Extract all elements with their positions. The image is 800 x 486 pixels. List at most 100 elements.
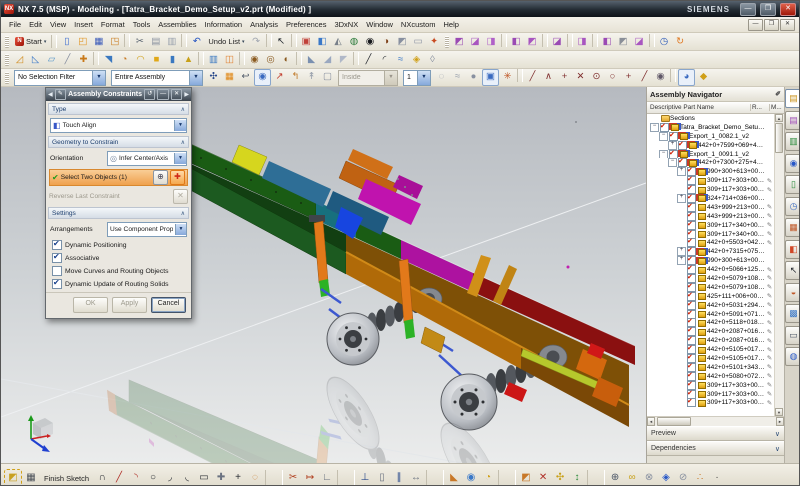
combo-arrow-icon[interactable]: ▼ bbox=[174, 120, 186, 131]
menu-item[interactable]: Insert bbox=[70, 20, 97, 29]
new-component-icon[interactable]: ◪ bbox=[468, 34, 483, 49]
orientation-combo[interactable]: ◎ Infer Center/Axis ▼ bbox=[107, 151, 187, 166]
tree-checkbox[interactable] bbox=[687, 185, 696, 195]
tree-checkbox[interactable] bbox=[687, 202, 696, 212]
depth-combo[interactable]: 1 ▼ bbox=[403, 69, 431, 86]
internet-explorer-tab[interactable]: ◉ bbox=[785, 153, 799, 173]
orient-sketch-icon[interactable]: ◣ bbox=[446, 470, 462, 485]
cancel-button[interactable]: Cancel bbox=[151, 297, 186, 313]
column-readonly[interactable]: R... bbox=[750, 104, 769, 111]
combo-arrow-icon[interactable]: ▼ bbox=[189, 70, 202, 85]
tree-expander-icon[interactable]: + bbox=[677, 256, 686, 266]
tree-row[interactable]: Sections bbox=[647, 114, 774, 123]
view-checkbox-icon[interactable]: ▣ bbox=[299, 34, 314, 49]
ok-button[interactable]: OK bbox=[73, 297, 108, 313]
sketch-in-task-icon[interactable]: ◺ bbox=[28, 52, 43, 67]
scrollbar-thumb[interactable] bbox=[775, 123, 783, 153]
scroll-down-icon[interactable]: ▼ bbox=[775, 408, 783, 416]
move-component-bottom-icon[interactable]: ◩ bbox=[518, 470, 534, 485]
checkbox[interactable] bbox=[52, 278, 62, 289]
profile-icon[interactable]: ∩ bbox=[94, 470, 110, 485]
web-tab[interactable]: ◍ bbox=[785, 347, 799, 366]
visualization-icon[interactable]: ◩ bbox=[395, 34, 410, 49]
menu-item[interactable]: Format bbox=[97, 20, 129, 29]
tree-checkbox[interactable] bbox=[687, 194, 696, 203]
copy-icon[interactable]: ▤ bbox=[148, 34, 163, 49]
tree-expander-icon[interactable]: − bbox=[659, 149, 668, 159]
tree-horizontal-scrollbar[interactable]: ◄ ► bbox=[647, 416, 784, 426]
start-button[interactable]: N Start ▾ bbox=[12, 37, 49, 46]
expand-chevron-icon[interactable]: ∨ bbox=[775, 430, 780, 438]
combo-arrow-icon[interactable]: ▼ bbox=[174, 153, 186, 164]
snap-existing-point-icon[interactable]: + bbox=[621, 69, 636, 84]
studio-surface-icon[interactable]: ◈ bbox=[409, 52, 424, 67]
show-constraints-icon[interactable]: ∥ bbox=[391, 470, 407, 485]
swept-icon[interactable]: ◠ bbox=[133, 52, 148, 67]
tree-row[interactable]: 309+117+303+000_1... bbox=[647, 398, 774, 408]
cylinder-icon[interactable]: ▮ bbox=[165, 52, 180, 67]
dialog-reset-button[interactable]: ↺ bbox=[144, 89, 156, 100]
shaded-view-icon[interactable]: ◧ bbox=[315, 34, 330, 49]
snap-arc-center-icon[interactable]: ⊙ bbox=[589, 69, 604, 84]
type-section-header[interactable]: Type ∧ bbox=[48, 103, 189, 115]
tree-expander-icon[interactable]: + bbox=[668, 140, 677, 150]
chain-icon[interactable]: ∞ bbox=[624, 470, 640, 485]
tree-row[interactable]: 442+0+5503+042+4_1... bbox=[647, 238, 774, 248]
combo-arrow-icon[interactable]: ▼ bbox=[174, 224, 186, 235]
update-model-icon[interactable]: ◔ bbox=[480, 470, 496, 485]
scroll-up-icon[interactable]: ▲ bbox=[775, 114, 783, 122]
column-descriptive-part-name[interactable]: Descriptive Part Name bbox=[647, 104, 750, 111]
reuse-library-tab[interactable]: ▯ bbox=[785, 175, 799, 194]
notes-tab[interactable]: ▭ bbox=[785, 325, 799, 345]
line-tool-icon[interactable]: ╱ bbox=[111, 470, 127, 485]
dialog-checkbox-row[interactable]: Move Curves and Routing Objects bbox=[52, 266, 185, 276]
tree-row[interactable]: 442+0+5101+343+4_1... bbox=[647, 362, 774, 372]
tree-checkbox[interactable] bbox=[687, 398, 696, 408]
dialog-checkbox-row[interactable]: Dynamic Update of Routing Solids bbox=[52, 278, 185, 289]
snap-endpoint-icon[interactable]: ╱ bbox=[525, 69, 540, 84]
sketch-active-icon[interactable]: ◩ bbox=[4, 469, 22, 485]
save-icon[interactable]: ▦ bbox=[91, 34, 106, 49]
combo-arrow-icon[interactable]: ▼ bbox=[92, 70, 105, 85]
menu-item[interactable]: Tools bbox=[129, 20, 155, 29]
redo-icon[interactable]: ↷ bbox=[249, 34, 264, 49]
background-icon[interactable]: ◍ bbox=[347, 34, 362, 49]
child-close-button[interactable]: ✕ bbox=[780, 18, 795, 31]
degrees-of-freedom-icon[interactable]: ✣ bbox=[552, 470, 568, 485]
tree-row[interactable]: + 990+300+613+000_1... bbox=[647, 256, 774, 266]
select-mode-button[interactable]: ⊕ bbox=[153, 170, 168, 185]
link-icon[interactable]: ⊗ bbox=[641, 470, 657, 485]
toolbar-grip[interactable] bbox=[444, 35, 449, 48]
edit-suppression-icon[interactable]: ◩ bbox=[616, 34, 631, 49]
tree-checkbox[interactable] bbox=[687, 389, 696, 399]
geometry-section-header[interactable]: Geometry to Constrain ∧ bbox=[48, 136, 189, 148]
sketch-icon[interactable]: ◿ bbox=[12, 52, 27, 67]
tree-checkbox[interactable] bbox=[687, 336, 696, 346]
tree-row[interactable]: − Tatra_Bracket_Demo_Setup_v2 bbox=[647, 122, 774, 132]
tree-checkbox[interactable] bbox=[687, 300, 696, 310]
expand-chevron-icon[interactable]: ∨ bbox=[775, 445, 780, 453]
tree-row[interactable]: 425+111+006+000_1... bbox=[647, 291, 774, 301]
quick-extend-icon[interactable]: ↦ bbox=[302, 470, 318, 485]
snap-intersection-icon[interactable]: ✕ bbox=[573, 69, 588, 84]
spline-icon[interactable]: ≈ bbox=[393, 52, 408, 67]
tree-row[interactable]: 443+999+213+000_1... bbox=[647, 202, 774, 212]
tree-row[interactable]: 443+999+213+000_1... bbox=[647, 211, 774, 221]
dependencies-panel-header[interactable]: Dependencies ∨ bbox=[647, 441, 784, 456]
dialog-nav-right-icon[interactable]: ▶ bbox=[184, 91, 189, 98]
assembly-tree[interactable]: Sections − Tatra_Bracket_Demo_Setup_v2 bbox=[647, 114, 784, 416]
collapse-chevron-icon[interactable]: ∧ bbox=[181, 139, 185, 146]
graphics-viewport[interactable]: ◀ ✎ Assembly Constraints ↺ — ✕ ▶ Type ∧ … bbox=[1, 87, 646, 463]
apply-button[interactable]: Apply bbox=[112, 297, 147, 313]
tree-expander-icon[interactable]: − bbox=[668, 158, 677, 168]
offset-region-icon[interactable]: ◢ bbox=[320, 52, 335, 67]
fillet-tool-icon[interactable]: ◞ bbox=[162, 470, 178, 485]
assembly-constraints-icon[interactable]: ◪ bbox=[550, 34, 565, 49]
sketch-display-icon[interactable]: ▦ bbox=[23, 470, 39, 485]
tree-row[interactable]: 442+0+2087+016+4_1... bbox=[647, 327, 774, 337]
open-component-icon[interactable]: ◨ bbox=[484, 34, 499, 49]
scroll-right-icon[interactable]: ► bbox=[776, 417, 784, 426]
sphere-select-icon[interactable]: ● bbox=[466, 69, 481, 84]
tree-row[interactable]: 442+0+5091+071+4_1... bbox=[647, 309, 774, 319]
tree-checkbox[interactable] bbox=[687, 265, 696, 275]
